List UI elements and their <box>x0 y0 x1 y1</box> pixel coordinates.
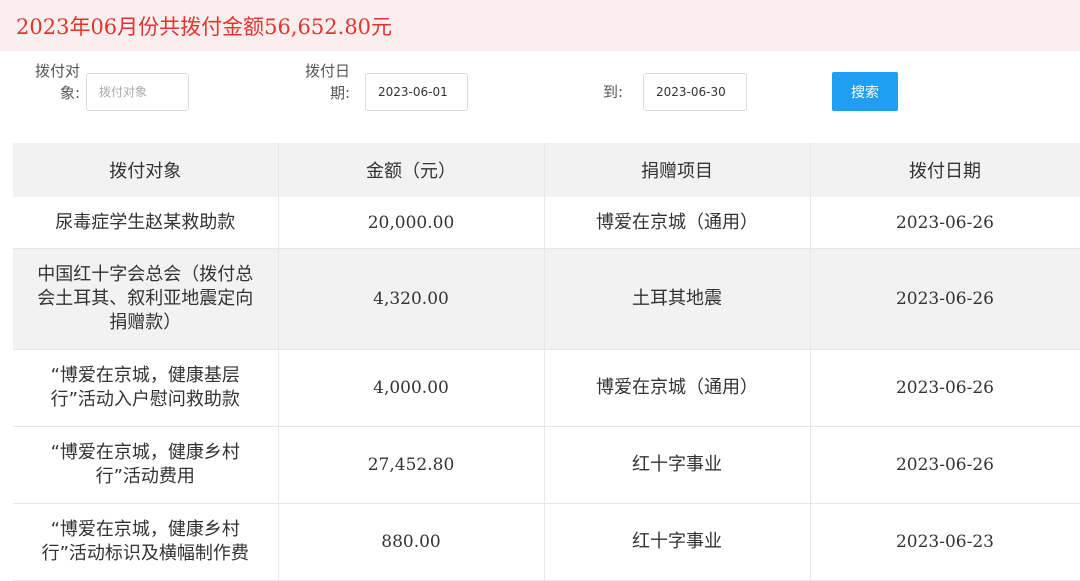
search-button[interactable]: 搜索 <box>832 72 898 111</box>
cell-amount: 880.00 <box>278 503 545 581</box>
cell-date: 2023-06-26 <box>810 248 1080 350</box>
allocation-table: 拨付对象 金额（元） 捐赠项目 拨付日期 尿毒症学生赵某救助款 20,000.0… <box>13 143 1080 581</box>
cell-target: “博爱在京城，健康基层行”活动入户慰问救助款 <box>13 349 279 427</box>
table-row: “博爱在京城，健康乡村行”活动标识及横幅制作费 880.00 红十字事业 202… <box>13 503 1080 581</box>
cell-project: 博爱在京城（通用） <box>544 349 811 427</box>
cell-project: 土耳其地震 <box>544 248 811 350</box>
cell-amount: 20,000.00 <box>278 197 545 249</box>
table-row: 中国红十字会总会（拨付总会土耳其、叙利亚地震定向捐赠款） 4,320.00 土耳… <box>13 248 1080 350</box>
cell-date: 2023-06-23 <box>810 503 1080 581</box>
date-to-input[interactable] <box>643 73 747 111</box>
cell-target: 尿毒症学生赵某救助款 <box>13 197 279 249</box>
total-banner: 2023年06月份共拨付金额56,652.80元 <box>0 0 1080 51</box>
cell-date: 2023-06-26 <box>810 349 1080 427</box>
cell-target: “博爱在京城，健康乡村行”活动费用 <box>13 426 279 504</box>
table-header-row: 拨付对象 金额（元） 捐赠项目 拨付日期 <box>13 143 1080 197</box>
cell-project: 红十字事业 <box>544 503 811 581</box>
target-label: 拨付对 象: <box>34 62 80 102</box>
date-label: 拨付日 期: <box>304 62 350 102</box>
cell-target: “博爱在京城，健康乡村行”活动标识及横幅制作费 <box>13 503 279 581</box>
table-row: “博爱在京城，健康乡村行”活动费用 27,452.80 红十字事业 2023-0… <box>13 426 1080 504</box>
date-from-input[interactable] <box>365 73 468 111</box>
table-row: 尿毒症学生赵某救助款 20,000.00 博爱在京城（通用） 2023-06-2… <box>13 197 1080 249</box>
cell-project: 博爱在京城（通用） <box>544 197 811 249</box>
cell-amount: 4,320.00 <box>278 248 545 350</box>
cell-target: 中国红十字会总会（拨付总会土耳其、叙利亚地震定向捐赠款） <box>13 248 279 350</box>
filter-bar: 拨付对 象: 拨付日 期: 到: 搜索 <box>0 51 1080 143</box>
cell-date: 2023-06-26 <box>810 426 1080 504</box>
cell-project: 红十字事业 <box>544 426 811 504</box>
header-project: 捐赠项目 <box>544 143 811 197</box>
total-amount-text: 2023年06月份共拨付金额56,652.80元 <box>16 14 393 39</box>
header-date: 拨付日期 <box>810 143 1080 197</box>
to-label: 到: <box>602 83 623 101</box>
cell-amount: 4,000.00 <box>278 349 545 427</box>
header-amount: 金额（元） <box>278 143 545 197</box>
cell-amount: 27,452.80 <box>278 426 545 504</box>
table-row: “博爱在京城，健康基层行”活动入户慰问救助款 4,000.00 博爱在京城（通用… <box>13 349 1080 427</box>
target-input[interactable] <box>86 73 189 111</box>
cell-date: 2023-06-26 <box>810 197 1080 249</box>
header-target: 拨付对象 <box>13 143 279 197</box>
